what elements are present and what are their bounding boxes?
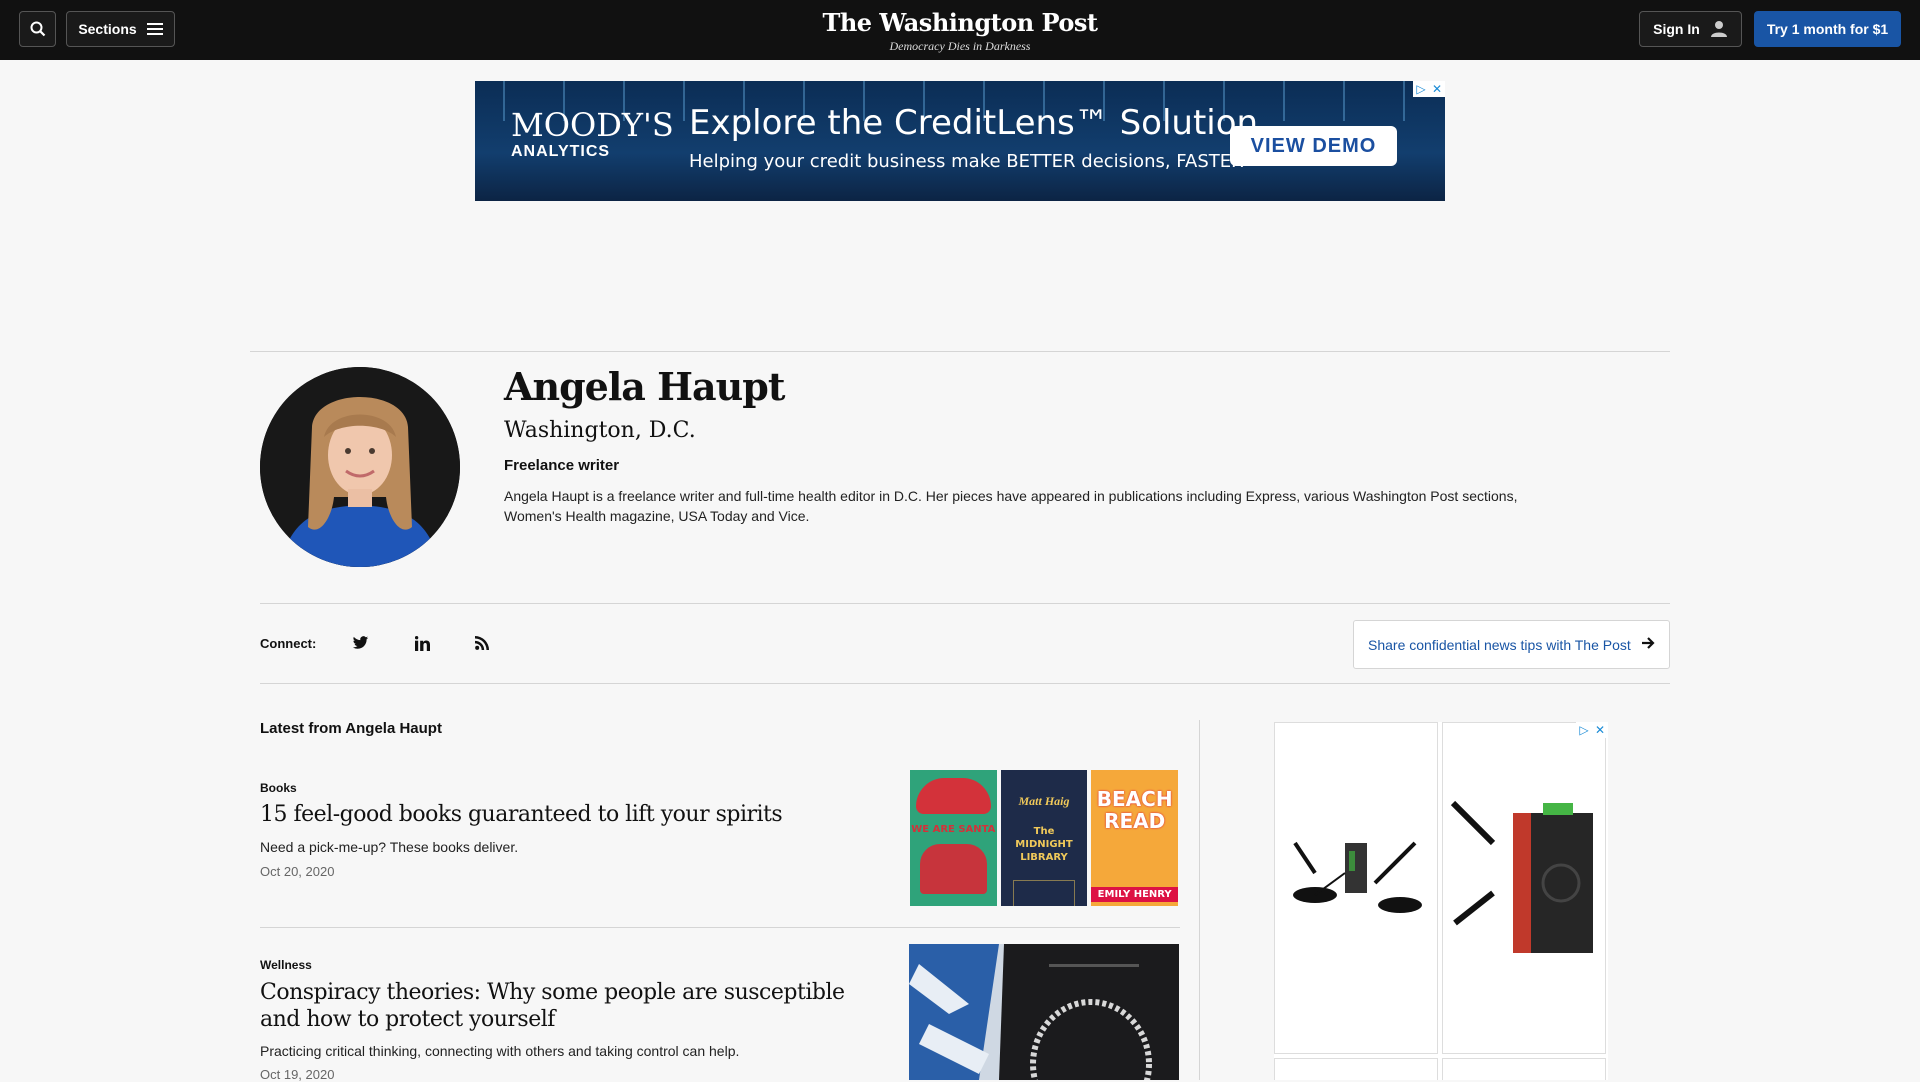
connect-label: Connect: [260,636,317,651]
column-divider [1199,720,1200,1080]
author-avatar [260,367,460,567]
ad-brand: MOODY'S ANALYTICS [511,108,674,162]
ad-brand-sub: ANALYTICS [511,143,611,160]
top-nav-bar: Sections The Washington Post Democracy D… [0,0,1920,60]
twitter-link[interactable] [349,632,371,654]
sections-button[interactable]: Sections [66,11,175,47]
ad-choices[interactable]: ▷ ✕ [1576,722,1608,738]
book-title: BEACH READ [1096,787,1173,833]
twitter-icon [352,636,368,649]
ad-product-image [1274,1058,1438,1080]
book-author: EMILY HENRY [1091,887,1179,902]
story-kicker[interactable]: Books [260,781,297,795]
top-banner-ad[interactable]: MOODY'S ANALYTICS Explore the CreditLens… [475,81,1445,201]
rss-icon [475,636,489,650]
divider [260,683,1670,684]
masthead-title: The Washington Post [822,8,1098,37]
ad-choices-icon[interactable]: ▷ [1413,81,1429,97]
author-bio: Angela Haupt is a freelance writer and f… [504,488,1518,524]
ad-close-icon[interactable]: ✕ [1592,722,1608,738]
author-location: Washington, D.C. [504,418,696,443]
book-title: WE ARE SANTA [911,824,996,835]
divider [250,351,1670,352]
sign-in-button[interactable]: Sign In [1639,11,1742,47]
masthead-logo[interactable]: The Washington Post Democracy Dies in Da… [760,8,1160,54]
sections-label: Sections [78,21,137,37]
ad-product-image [1442,722,1606,1054]
linkedin-icon [414,635,430,651]
story-blurb: Need a pick-me-up? These books deliver. [260,839,519,855]
search-icon [30,21,45,37]
ad-close-icon[interactable]: ✕ [1429,81,1445,97]
book-author: Matt Haig [1018,794,1070,808]
book-cover: WE ARE SANTA [910,770,997,906]
ad-product-image [1442,1058,1606,1080]
author-role: Freelance writer [504,457,620,474]
book-title: The MIDNIGHT LIBRARY [1015,826,1073,863]
ad-product-image [1274,722,1438,1054]
masthead-tagline: Democracy Dies in Darkness [889,39,1031,53]
search-button[interactable] [19,11,56,47]
hamburger-icon [146,23,163,35]
divider [260,603,1670,604]
right-rail-ad[interactable]: ▷ ✕ [1274,722,1608,1080]
ad-headline: Explore the CreditLens™ Solution [689,103,1259,143]
ad-subline: Helping your credit business make BETTER… [689,151,1244,172]
story-title[interactable]: Conspiracy theories: Why some people are… [260,979,880,1033]
share-tips-link[interactable]: Share confidential news tips with The Po… [1353,620,1670,669]
story-date: Oct 20, 2020 [260,864,335,879]
rss-link[interactable] [471,632,493,654]
book-cover: Matt Haig The MIDNIGHT LIBRARY [1000,770,1088,906]
share-tips-label: Share confidential news tips with The Po… [1368,636,1631,653]
ad-view-demo-button[interactable]: VIEW DEMO [1230,126,1397,166]
trial-subscribe-button[interactable]: Try 1 month for $1 [1754,11,1901,47]
ad-brand-name: MOODY'S [511,106,674,144]
ad-choices-icon[interactable]: ▷ [1576,722,1592,738]
user-icon [1710,21,1727,37]
story-blurb: Practicing critical thinking, connecting… [260,1043,740,1059]
divider [260,927,1180,928]
story-thumbnail-photo[interactable] [909,944,1179,1080]
arrow-right-icon [1642,637,1655,649]
latest-heading: Latest from Angela Haupt [260,720,442,737]
story-kicker[interactable]: Wellness [260,958,312,972]
book-cover: BEACH READ EMILY HENRY [1091,770,1179,906]
linkedin-link[interactable] [411,632,433,654]
sign-in-label: Sign In [1653,21,1700,37]
story-thumbnail-books[interactable]: WE ARE SANTA Matt Haig The MIDNIGHT LIBR… [910,770,1179,906]
author-name: Angela Haupt [504,364,785,409]
ad-choices[interactable]: ▷ ✕ [1413,81,1445,97]
story-title[interactable]: 15 feel-good books guaranteed to lift yo… [260,801,880,828]
